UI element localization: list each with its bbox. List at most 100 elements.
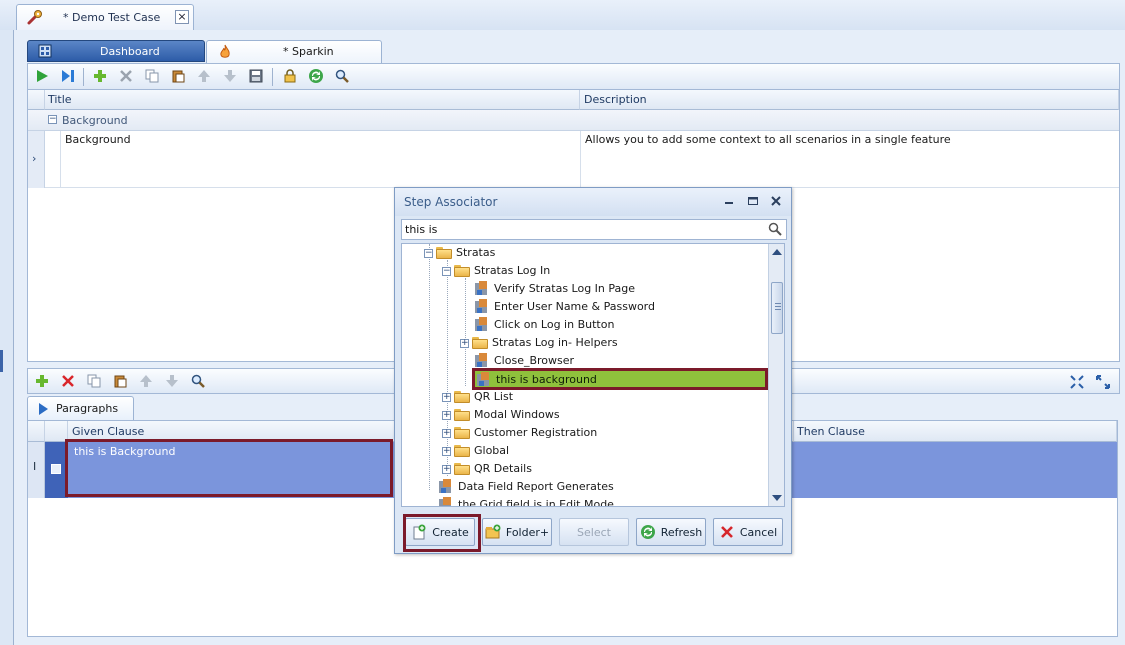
row-title: Background (65, 133, 131, 146)
wrench-icon (26, 8, 44, 26)
move-up-icon[interactable] (194, 66, 214, 86)
tree-node-step[interactable]: Enter User Name & Password (474, 298, 655, 316)
tab-dashboard[interactable]: Dashboard (27, 40, 205, 62)
search-icon[interactable] (332, 66, 352, 86)
create-button-highlight (403, 514, 481, 552)
table-row[interactable]: › Background Allows you to add some cont… (28, 131, 1119, 188)
copy-paragraph-icon[interactable] (84, 371, 104, 391)
step-associator-dialog: Step Associator − Stratas − Stratas Log … (394, 187, 792, 554)
lock-icon[interactable] (280, 66, 300, 86)
step-tree: − Stratas − Stratas Log In Verify Strata… (401, 243, 785, 507)
tree-node-step[interactable]: Verify Stratas Log In Page (474, 280, 635, 298)
tree-node-step[interactable]: the Grid field is in Edit Mode (438, 496, 614, 506)
expand-icon[interactable]: + (442, 428, 451, 438)
group-row[interactable]: − Background (28, 110, 1119, 131)
tree-node-qr-details[interactable]: + QR Details (442, 460, 532, 478)
minimize-icon[interactable] (723, 194, 735, 208)
add-icon[interactable] (90, 66, 110, 86)
flame-icon (218, 44, 232, 60)
tree-node-step[interactable]: Data Field Report Generates (438, 478, 614, 496)
remove-paragraph-icon[interactable] (58, 371, 78, 391)
search-box (401, 219, 787, 240)
expand-icon[interactable]: + (442, 464, 451, 474)
tab-sparkin[interactable]: * Sparkin (206, 40, 382, 63)
folder-icon (454, 445, 470, 457)
tree-node-customer-registration[interactable]: + Customer Registration (442, 424, 597, 442)
folder-add-button-label: Folder+ (505, 525, 550, 539)
folder-add-icon (485, 524, 501, 540)
tree-node-modal-windows[interactable]: + Modal Windows (442, 406, 560, 424)
folder-icon (454, 427, 470, 439)
scroll-down-icon[interactable] (771, 493, 783, 503)
search-input[interactable] (405, 222, 760, 237)
refresh-icon[interactable] (306, 66, 326, 86)
expand-icon[interactable]: + (460, 338, 469, 348)
run-icon[interactable] (32, 66, 52, 86)
left-splitter[interactable] (0, 350, 3, 372)
cancel-button[interactable]: Cancel (713, 518, 783, 546)
tree-node-selected[interactable]: this is background (472, 368, 768, 390)
group-label: Background (62, 114, 128, 127)
row-description: Allows you to add some context to all sc… (585, 133, 951, 146)
column-header-description[interactable]: Description (580, 90, 1119, 110)
refresh-icon (640, 524, 656, 540)
collapse-icon[interactable]: − (442, 266, 451, 276)
select-button[interactable]: Select (559, 518, 629, 546)
collapse-icon[interactable]: − (424, 248, 433, 258)
step-icon (474, 353, 490, 369)
folder-icon (454, 391, 470, 403)
expand-icon[interactable]: + (442, 446, 451, 456)
scroll-up-icon[interactable] (771, 247, 783, 257)
delete-icon[interactable] (116, 66, 136, 86)
step-icon (474, 281, 490, 297)
dialog-title: Step Associator (404, 195, 498, 209)
move-down-icon[interactable] (220, 66, 240, 86)
given-clause-text: this is Background (74, 445, 176, 458)
close-dialog-icon[interactable] (770, 194, 782, 208)
tree-node-global[interactable]: + Global (442, 442, 509, 460)
expand-all-icon[interactable] (1096, 375, 1110, 389)
close-icon[interactable]: × (175, 10, 189, 24)
tree-scrollbar[interactable] (768, 244, 784, 506)
tree-node-qr-list[interactable]: + QR List (442, 388, 513, 406)
collapse-all-icon[interactable] (1070, 375, 1084, 389)
dialog-title-bar[interactable]: Step Associator (395, 188, 791, 216)
doc-tab[interactable]: * Demo Test Case × (16, 4, 194, 30)
given-clause-cell[interactable]: this is Background (65, 439, 393, 497)
refresh-button[interactable]: Refresh (636, 518, 706, 546)
tree-node-stratas-log-in-helpers[interactable]: + Stratas Log in- Helpers (460, 334, 618, 352)
folder-add-button[interactable]: Folder+ (482, 518, 552, 546)
maximize-icon[interactable] (747, 194, 759, 208)
copy-icon[interactable] (142, 66, 162, 86)
paste-paragraph-icon[interactable] (110, 371, 130, 391)
expand-icon[interactable]: + (442, 392, 451, 402)
collapse-icon[interactable]: − (48, 115, 57, 124)
column-header-then[interactable]: Then Clause (794, 421, 1117, 442)
tab-paragraphs-label: Paragraphs (56, 402, 119, 415)
tree-node-step[interactable]: Click on Log in Button (474, 316, 614, 334)
step-icon (474, 299, 490, 315)
doc-tab-title: * Demo Test Case (63, 11, 161, 24)
cancel-button-label: Cancel (739, 525, 778, 539)
find-paragraph-icon[interactable] (188, 371, 208, 391)
paste-icon[interactable] (168, 66, 188, 86)
refresh-button-label: Refresh (660, 525, 703, 539)
save-icon[interactable] (246, 66, 266, 86)
step-next-icon[interactable] (58, 66, 78, 86)
search-icon[interactable] (768, 222, 782, 236)
step-icon (474, 317, 490, 333)
row-checkbox[interactable] (51, 464, 61, 474)
scrollbar-thumb[interactable] (771, 282, 783, 334)
tree-node-stratas-log-in[interactable]: − Stratas Log In (442, 262, 550, 280)
move-paragraph-up-icon[interactable] (136, 371, 156, 391)
dashboard-icon (38, 44, 52, 58)
step-icon (438, 497, 454, 506)
move-paragraph-down-icon[interactable] (162, 371, 182, 391)
expand-icon[interactable]: + (442, 410, 451, 420)
add-paragraph-icon[interactable] (32, 371, 52, 391)
tab-paragraphs[interactable]: Paragraphs (27, 396, 134, 420)
tree-node-stratas[interactable]: − Stratas (424, 244, 495, 262)
row-indicator: › (28, 131, 45, 188)
tab-dashboard-label: Dashboard (100, 45, 160, 58)
column-header-title[interactable]: Title (45, 90, 580, 110)
